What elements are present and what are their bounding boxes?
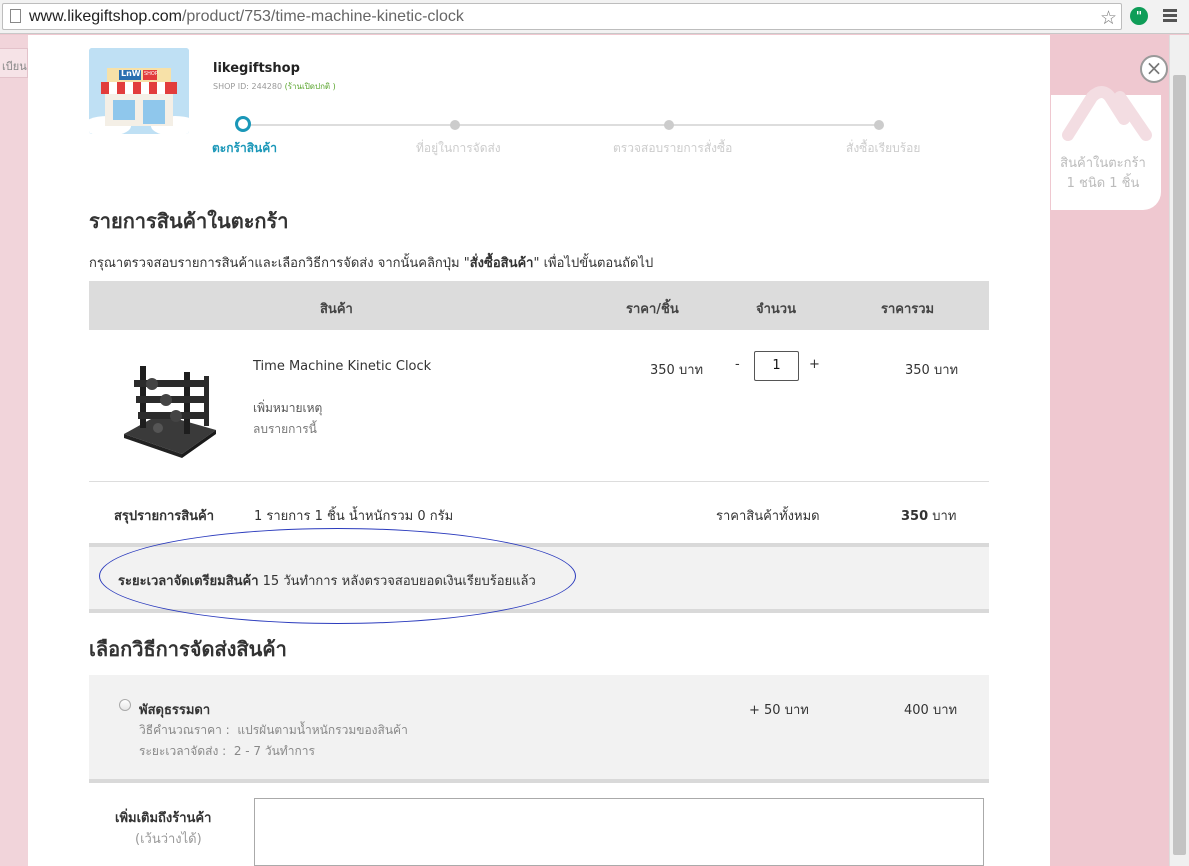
cart-widget-count: 1 ชนิด 1 ชิ้น (1066, 176, 1140, 191)
summary-total-value: 350 (901, 509, 929, 524)
product-name[interactable]: Time Machine Kinetic Clock (253, 359, 431, 374)
shipping-option-name[interactable]: พัสดุธรรมดา (139, 699, 210, 720)
divider-thick (89, 779, 989, 783)
url-text[interactable]: www.likegiftshop.com/product/753/time-ma… (29, 8, 464, 26)
step-dot-4 (874, 120, 884, 130)
browser-toolbar: www.likegiftshop.com/product/753/time-ma… (0, 0, 1189, 34)
background-tab[interactable]: เบียน (0, 48, 28, 78)
header-total: ราคารวม (881, 302, 935, 317)
url-host: www.likegiftshop.com (29, 8, 182, 25)
note-sublabel: (เว้นว่างได้) (135, 832, 202, 847)
qty-minus-button[interactable]: - (735, 357, 740, 372)
note-label: เพิ่มเติมถึงร้านค้า (115, 811, 212, 826)
instruction-bold: สั่งซื้อสินค้า (469, 256, 534, 271)
step-dot-2 (450, 120, 460, 130)
shop-name[interactable]: likegiftshop (213, 61, 300, 76)
shop-logo-text: LnW (121, 69, 141, 78)
page-icon (10, 9, 21, 23)
header-qty: จำนวน (756, 302, 796, 317)
shipping-total: 400 บาท (904, 703, 958, 718)
qty-input[interactable]: 1 (754, 351, 799, 381)
url-path: /product/753/time-machine-kinetic-clock (181, 8, 464, 25)
summary-detail: 1 รายการ 1 ชิ้น น้ำหนักรวม 0 กรัม (254, 509, 454, 524)
shop-id: SHOP ID: 244280 (ร้านเปิดปกติ ) (213, 80, 336, 93)
instruction-post: " เพื่อไปขั้นตอนถัดไป (533, 256, 654, 271)
shipping-time-value: 2 - 7 วันทำการ (233, 744, 315, 758)
step-address: ที่อยู่ในการจัดส่ง (416, 141, 501, 155)
address-bar[interactable]: www.likegiftshop.com/product/753/time-ma… (2, 3, 1122, 30)
step-cart: ตะกร้าสินค้า (212, 141, 277, 155)
shipping-title: เลือกวิธีการจัดส่งสินค้า (89, 637, 287, 661)
step-dot-3 (664, 120, 674, 130)
step-complete: สั่งซื้อเรียบร้อย (846, 141, 921, 155)
header-product: สินค้า (320, 302, 353, 317)
product-image[interactable] (118, 358, 218, 458)
summary-total: 350 บาท (901, 505, 956, 526)
shop-storefront-icon (89, 48, 189, 134)
shipping-time: ระยะเวลาจัดส่ง : 2 - 7 วันทำการ (139, 742, 315, 761)
cart-widget-title: สินค้าในตะกร้า (1060, 156, 1146, 171)
note-textarea[interactable] (254, 798, 984, 866)
shipping-calc-value: แปรผันตามน้ำหนักรวมของสินค้า (237, 723, 408, 737)
shop-id-label: SHOP ID: 244280 (213, 82, 283, 91)
qty-plus-button[interactable]: + (809, 357, 820, 372)
shipping-calc-label: วิธีคำนวณราคา : (139, 723, 230, 737)
shop-status: (ร้านเปิดปกติ ) (284, 82, 336, 91)
basket-icon (1062, 86, 1152, 141)
highlight-ellipse (99, 528, 576, 624)
cart-summary: สินค้าในตะกร้า 1 ชนิด 1 ชิ้น (1051, 154, 1155, 194)
shipping-calc: วิธีคำนวณราคา : แปรผันตามน้ำหนักรวมของสิ… (139, 721, 408, 740)
menu-icon[interactable] (1163, 9, 1177, 24)
divider (89, 481, 989, 482)
scrollbar-thumb[interactable] (1173, 75, 1186, 855)
shipping-radio[interactable] (119, 699, 131, 711)
summary-total-label: ราคาสินค้าทั้งหมด (716, 509, 820, 524)
scrollbar[interactable] (1169, 35, 1189, 866)
hangouts-icon[interactable]: " (1130, 7, 1148, 25)
header-unit-price: ราคา/ชิ้น (626, 302, 679, 317)
summary-label: สรุปรายการสินค้า (114, 509, 215, 524)
remove-item-link[interactable]: ลบรายการนี้ (253, 420, 317, 439)
line-total: 350 บาท (905, 363, 959, 378)
shipping-time-label: ระยะเวลาจัดส่ง : (139, 744, 227, 758)
instruction-pre: กรุณาตรวจสอบรายการสินค้าและเลือกวิธีการจ… (89, 256, 470, 271)
bookmark-star-icon[interactable]: ☆ (1100, 7, 1117, 29)
shop-logo-badge: SHOP (144, 71, 158, 77)
summary-total-unit: บาท (932, 509, 957, 524)
step-dot-1-active (235, 116, 251, 132)
cart-table-header: สินค้า ราคา/ชิ้น จำนวน ราคารวม (89, 281, 989, 330)
shop-logo: LnW SHOP (89, 48, 189, 134)
step-review: ตรวจสอบรายการสั่งซื้อ (613, 141, 733, 155)
background-left (0, 35, 28, 866)
unit-price: 350 บาท (650, 363, 704, 378)
close-button[interactable]: × (1140, 55, 1168, 83)
cart-title: รายการสินค้าในตะกร้า (89, 209, 289, 233)
cart-instruction: กรุณาตรวจสอบรายการสินค้าและเลือกวิธีการจ… (89, 252, 653, 273)
add-note-link[interactable]: เพิ่มหมายเหตุ (253, 399, 322, 418)
progress-line (243, 124, 879, 126)
shipping-extra: + 50 บาท (749, 703, 809, 718)
